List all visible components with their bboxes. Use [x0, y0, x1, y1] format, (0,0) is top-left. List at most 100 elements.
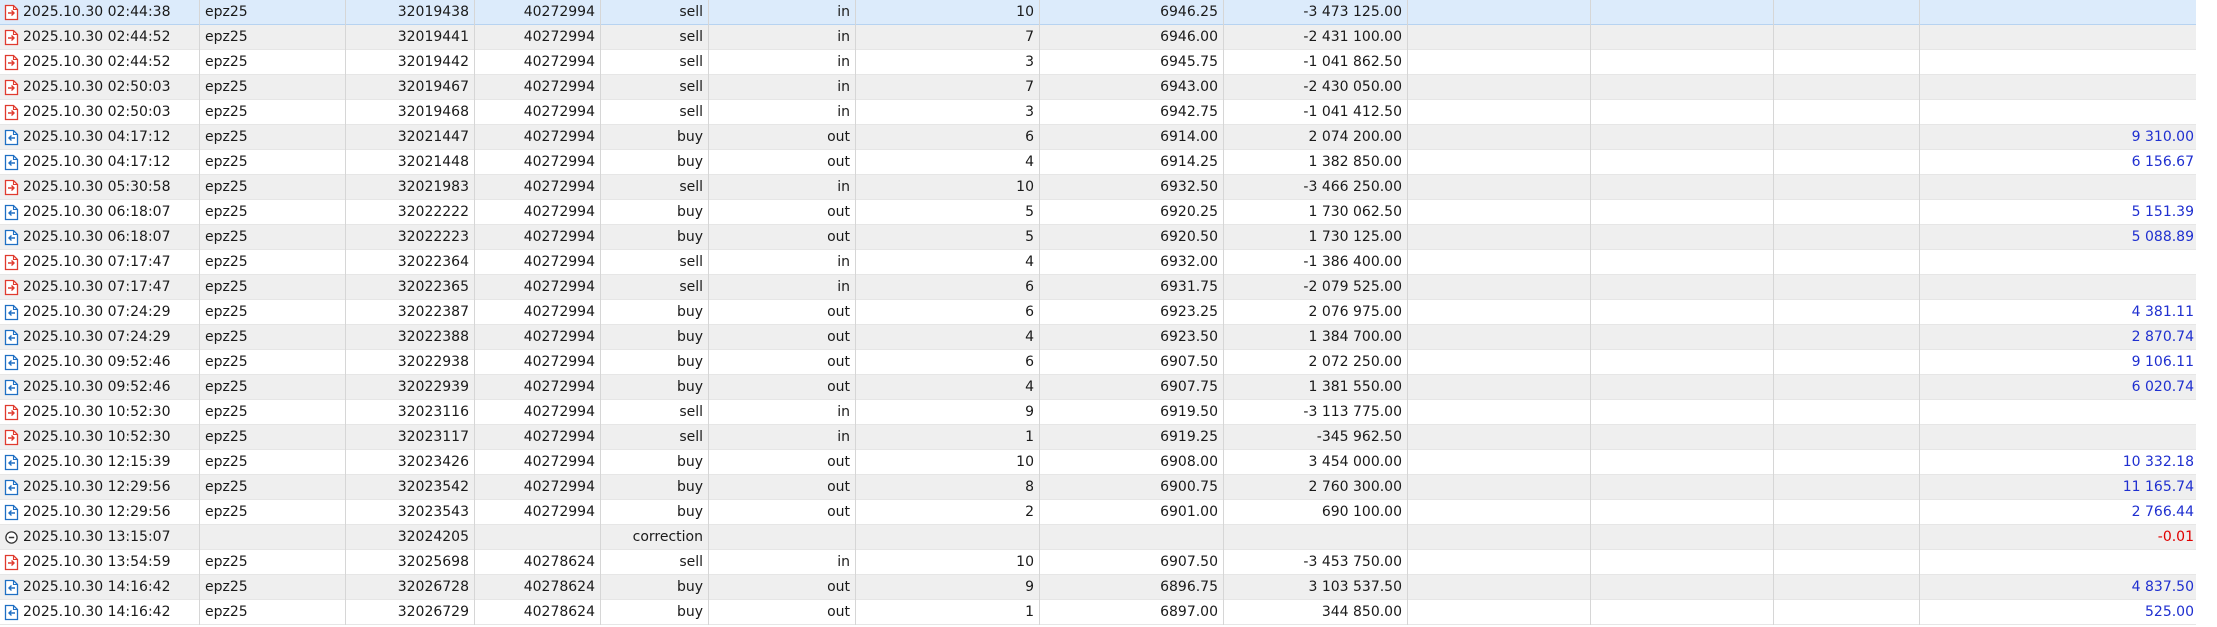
table-row[interactable]: 2025.10.30 02:44:52 epz25 32019441 40272994…: [0, 25, 2217, 50]
time-value: 2025.10.30 13:54:59: [23, 554, 171, 570]
table-row[interactable]: 2025.10.30 02:44:52 epz25 32019442 40272994…: [0, 50, 2217, 75]
direction-cell: in: [709, 425, 856, 450]
price-cell: 6907.50: [1040, 350, 1224, 375]
type-cell: sell: [601, 50, 709, 75]
empty-cell: [1408, 350, 1591, 375]
amount-cell: -3 113 775.00: [1224, 400, 1408, 425]
order-cell: 40272994: [475, 425, 601, 450]
time-cell: 2025.10.30 02:50:03: [0, 75, 200, 100]
table-row[interactable]: 2025.10.30 12:29:56 epz25 32023542 40272994…: [0, 475, 2217, 500]
price-cell: 6897.00: [1040, 600, 1224, 625]
amount-cell: 1 384 700.00: [1224, 325, 1408, 350]
table-row[interactable]: 2025.10.30 12:15:39 epz25 32023426 40272994…: [0, 450, 2217, 475]
order-cell: 40272994: [475, 200, 601, 225]
profit-cell: [1920, 25, 2199, 50]
time-cell: 2025.10.30 07:17:47: [0, 275, 200, 300]
time-cell: 2025.10.30 06:18:07: [0, 225, 200, 250]
table-row[interactable]: 2025.10.30 06:18:07 epz25 32022223 40272994…: [0, 225, 2217, 250]
table-row[interactable]: 2025.10.30 14:16:42 epz25 32026729 40278624…: [0, 600, 2217, 625]
profit-cell: [1920, 425, 2199, 450]
volume-cell: 10: [856, 0, 1040, 25]
price-cell: 6900.75: [1040, 475, 1224, 500]
table-row[interactable]: 2025.10.30 09:52:46 epz25 32022938 40272994…: [0, 350, 2217, 375]
volume-cell: 5: [856, 200, 1040, 225]
empty-cell: [1408, 500, 1591, 525]
profit-cell: 4 837.50: [2131, 579, 2194, 595]
direction-cell: in: [709, 175, 856, 200]
time-value: 2025.10.30 02:50:03: [23, 104, 171, 120]
table-row[interactable]: 2025.10.30 05:30:58 epz25 32021983 40272994…: [0, 175, 2217, 200]
table-row[interactable]: 2025.10.30 02:50:03 epz25 32019468 40272994…: [0, 100, 2217, 125]
table-row[interactable]: 2025.10.30 14:16:42 epz25 32026728 40278624…: [0, 575, 2217, 600]
table-row[interactable]: 2025.10.30 02:50:03 epz25 32019467 40272994…: [0, 75, 2217, 100]
scrollbar-gutter[interactable]: [2196, 0, 2217, 627]
profit-cell: [1920, 100, 2199, 125]
symbol-cell: epz25: [200, 100, 346, 125]
time-cell: 2025.10.30 07:24:29: [0, 300, 200, 325]
empty-cell: [1774, 0, 1920, 25]
time-value: 2025.10.30 12:29:56: [23, 479, 171, 495]
table-row[interactable]: 2025.10.30 04:17:12 epz25 32021447 40272994…: [0, 125, 2217, 150]
sell-icon: [4, 4, 19, 21]
order-cell: 40278624: [475, 550, 601, 575]
profit-cell: [1920, 550, 2199, 575]
order-cell: 40272994: [475, 225, 601, 250]
buy-icon: [4, 454, 19, 471]
symbol-cell: epz25: [200, 450, 346, 475]
table-row[interactable]: 2025.10.30 13:54:59 epz25 32025698 40278624…: [0, 550, 2217, 575]
time-value: 2025.10.30 04:17:12: [23, 129, 171, 145]
order-cell: 40272994: [475, 100, 601, 125]
deal-cell: 32022939: [346, 375, 475, 400]
volume-cell: 3: [856, 50, 1040, 75]
volume-cell: 6: [856, 300, 1040, 325]
price-cell: 6907.50: [1040, 550, 1224, 575]
time-cell: 2025.10.30 09:52:46: [0, 350, 200, 375]
empty-cell: [1591, 600, 1774, 625]
time-value: 2025.10.30 12:29:56: [23, 504, 171, 520]
table-row[interactable]: 2025.10.30 10:52:30 epz25 32023117 40272994…: [0, 425, 2217, 450]
price-cell: 6914.00: [1040, 125, 1224, 150]
deal-cell: 32022222: [346, 200, 475, 225]
time-cell: 2025.10.30 09:52:46: [0, 375, 200, 400]
order-cell: 40272994: [475, 350, 601, 375]
empty-cell: [1591, 0, 1774, 25]
table-row[interactable]: 2025.10.30 13:15:07 32024205 correction -0.…: [0, 525, 2217, 550]
profit-cell: [1920, 0, 2199, 25]
volume-cell: 10: [856, 550, 1040, 575]
table-row[interactable]: 2025.10.30 04:17:12 epz25 32021448 40272994…: [0, 150, 2217, 175]
table-row[interactable]: 2025.10.30 07:24:29 epz25 32022387 40272994…: [0, 300, 2217, 325]
direction-cell: out: [709, 300, 856, 325]
symbol-cell: epz25: [200, 50, 346, 75]
empty-cell: [1591, 550, 1774, 575]
table-row[interactable]: 2025.10.30 12:29:56 epz25 32023543 40272994…: [0, 500, 2217, 525]
profit-cell: [1920, 400, 2199, 425]
buy-icon: [4, 229, 19, 246]
table-row[interactable]: 2025.10.30 10:52:30 epz25 32023116 40272994…: [0, 400, 2217, 425]
empty-cell: [1408, 600, 1591, 625]
table-row[interactable]: 2025.10.30 07:17:47 epz25 32022364 40272994…: [0, 250, 2217, 275]
time-cell: 2025.10.30 02:44:52: [0, 25, 200, 50]
empty-cell: [1774, 400, 1920, 425]
direction-cell: out: [709, 150, 856, 175]
order-cell: 40272994: [475, 150, 601, 175]
deal-cell: 32026728: [346, 575, 475, 600]
table-row[interactable]: 2025.10.30 07:24:29 epz25 32022388 40272994…: [0, 325, 2217, 350]
table-row[interactable]: 2025.10.30 06:18:07 epz25 32022222 40272994…: [0, 200, 2217, 225]
price-cell: 6914.25: [1040, 150, 1224, 175]
symbol-cell: epz25: [200, 25, 346, 50]
type-cell: buy: [601, 475, 709, 500]
table-row[interactable]: 2025.10.30 09:52:46 epz25 32022939 40272994…: [0, 375, 2217, 400]
deal-cell: 32019441: [346, 25, 475, 50]
symbol-cell: epz25: [200, 500, 346, 525]
amount-cell: 1 730 062.50: [1224, 200, 1408, 225]
time-cell: 2025.10.30 14:16:42: [0, 575, 200, 600]
time-value: 2025.10.30 06:18:07: [23, 204, 171, 220]
empty-cell: [1591, 50, 1774, 75]
profit-cell: [1920, 50, 2199, 75]
time-value: 2025.10.30 10:52:30: [23, 429, 171, 445]
time-cell: 2025.10.30 12:29:56: [0, 475, 200, 500]
table-row[interactable]: 2025.10.30 07:17:47 epz25 32022365 40272994…: [0, 275, 2217, 300]
direction-cell: out: [709, 200, 856, 225]
time-value: 2025.10.30 07:17:47: [23, 279, 171, 295]
table-row[interactable]: 2025.10.30 02:44:38 epz25 32019438 40272994…: [0, 0, 2217, 25]
